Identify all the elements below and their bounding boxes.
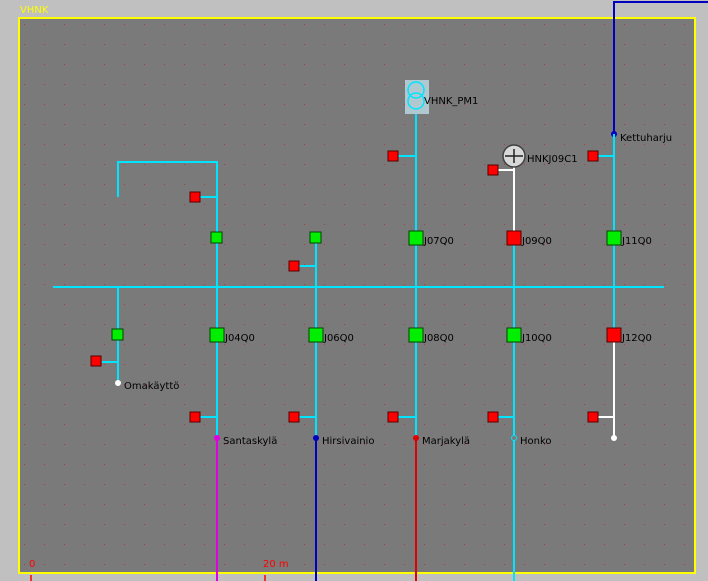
scale-start-label: 0: [29, 559, 35, 570]
breaker-label: J10Q0: [521, 333, 552, 344]
breaker-switch[interactable]: [606, 230, 622, 246]
breaker-label: J08Q0: [423, 333, 454, 344]
breaker-label: J06Q0: [323, 333, 354, 344]
breaker-switch[interactable]: [506, 230, 522, 246]
fuse-icon[interactable]: [587, 411, 599, 423]
terminal-node[interactable]: [511, 435, 517, 441]
fuse-icon[interactable]: [90, 355, 102, 367]
breaker-switch[interactable]: [209, 327, 225, 343]
fuse-icon[interactable]: [189, 411, 201, 423]
terminal-node[interactable]: [413, 435, 419, 441]
terminal-node[interactable]: [214, 435, 220, 441]
breaker-label: J09Q0: [521, 236, 552, 247]
breaker-label: J11Q0: [621, 236, 652, 247]
feeder-label-kettuharju: Kettuharju: [620, 133, 672, 144]
fuse-icon[interactable]: [288, 411, 300, 423]
feeder-label-marjakyla: Marjakylä: [422, 436, 470, 447]
terminal-node[interactable]: [115, 380, 121, 386]
feeder-label-omakaytto: Omakäyttö: [124, 381, 179, 392]
breaker-switch[interactable]: [408, 327, 424, 343]
fuse-icon[interactable]: [487, 411, 499, 423]
breaker-label: J07Q0: [423, 236, 454, 247]
upper-switch[interactable]: [210, 231, 223, 244]
breaker-label: J04Q0: [224, 333, 255, 344]
fuse-icon[interactable]: [387, 150, 399, 162]
breaker-switch[interactable]: [308, 327, 324, 343]
single-line-diagram: VHNK Omakäyttö Santaskylä Hirsivainio VH…: [0, 0, 708, 581]
upper-switch[interactable]: [309, 231, 322, 244]
feeder-label-santaskyla: Santaskylä: [223, 436, 277, 447]
breaker-switch[interactable]: [408, 230, 424, 246]
transformer-label: VHNK_PM1: [424, 96, 478, 107]
terminal-node[interactable]: [611, 435, 617, 441]
fuse-icon[interactable]: [387, 411, 399, 423]
generator-label: HNKJ09C1: [527, 154, 578, 165]
area-label: VHNK: [20, 5, 49, 16]
grid-dots: [19, 18, 695, 573]
scale-mark-label: 20 m: [263, 559, 289, 570]
feeder-label-hirsivainio: Hirsivainio: [322, 436, 374, 447]
omakaytto-switch[interactable]: [111, 328, 124, 341]
breaker-switch[interactable]: [506, 327, 522, 343]
breaker-label: J12Q0: [621, 333, 652, 344]
feeder-label-honko: Honko: [520, 436, 552, 447]
fuse-icon[interactable]: [288, 260, 300, 272]
breaker-switch[interactable]: [606, 327, 622, 343]
generator-icon[interactable]: [502, 144, 526, 168]
terminal-node[interactable]: [313, 435, 319, 441]
fuse-icon[interactable]: [487, 164, 499, 176]
fuse-icon[interactable]: [189, 191, 201, 203]
fuse-icon[interactable]: [587, 150, 599, 162]
